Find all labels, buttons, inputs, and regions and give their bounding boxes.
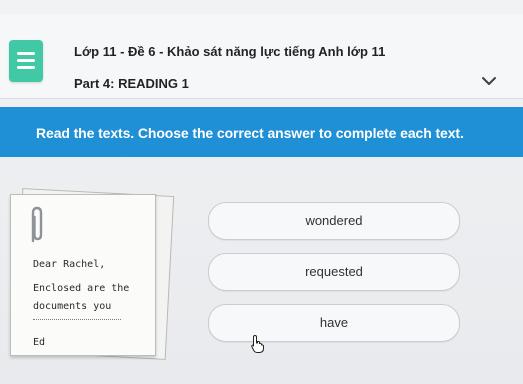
page: Lớp 11 - Đề 6 - Khảo sát năng lực tiếng … <box>0 0 523 384</box>
answer-option-have[interactable]: have <box>208 304 460 342</box>
note-line: documents you <box>33 301 112 312</box>
instruction-banner: Read the texts. Choose the correct answe… <box>0 107 523 157</box>
answer-option-wondered[interactable]: wondered <box>208 202 460 240</box>
answer-option-requested[interactable]: requested <box>208 253 460 291</box>
note-greeting: Dear Rachel, <box>33 259 106 270</box>
document-lines-icon <box>9 40 43 82</box>
document-line <box>17 52 35 55</box>
answer-option-label: requested <box>305 264 363 279</box>
document-line <box>17 59 35 62</box>
answer-blank <box>33 319 121 320</box>
note-card: Dear Rachel, Enclosed are the documents … <box>10 188 175 363</box>
note-signature: Ed <box>33 337 46 348</box>
lesson-title: Lớp 11 - Đề 6 - Khảo sát năng lực tiếng … <box>74 44 386 59</box>
note-line: Enclosed are the <box>33 283 130 294</box>
lesson-header: Lớp 11 - Đề 6 - Khảo sát năng lực tiếng … <box>0 14 523 99</box>
part-title: Part 4: READING 1 <box>74 76 189 91</box>
note-front-sheet: Dear Rachel, Enclosed are the documents … <box>10 194 156 356</box>
hand-pointer-cursor-icon <box>251 335 264 353</box>
answer-option-label: wondered <box>305 213 363 228</box>
answer-option-label: have <box>319 315 349 330</box>
paperclip-icon <box>31 206 43 243</box>
chevron-down-icon[interactable] <box>480 72 498 90</box>
document-line <box>17 66 35 69</box>
instruction-text: Read the texts. Choose the correct answe… <box>36 125 464 141</box>
